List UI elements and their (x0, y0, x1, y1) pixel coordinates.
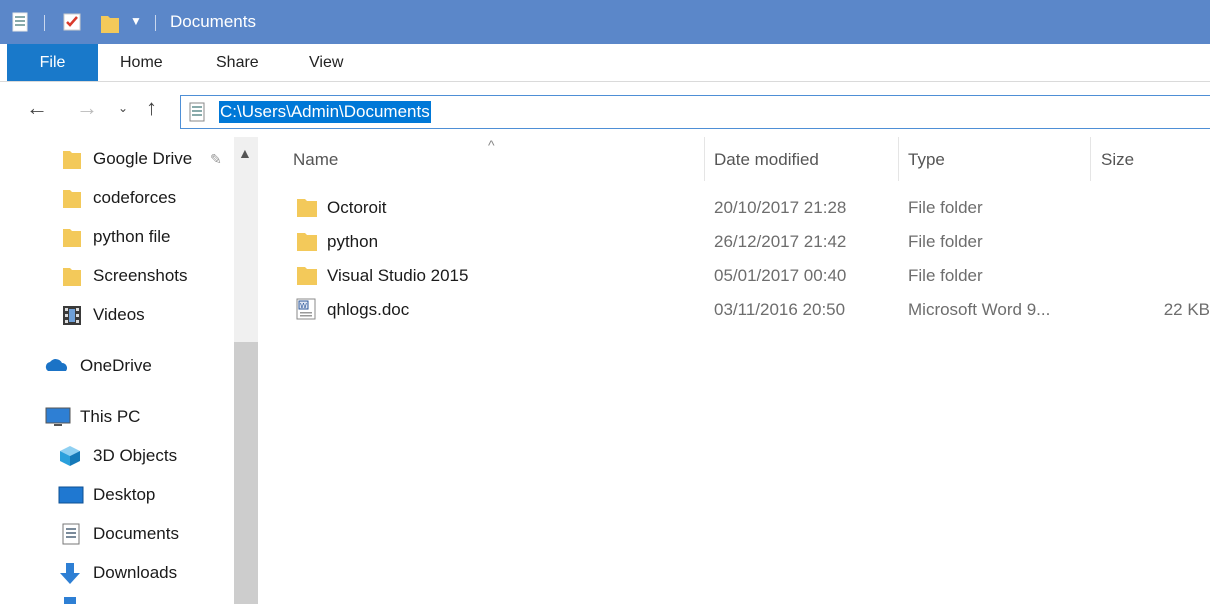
downloads-icon (58, 562, 82, 591)
music-icon (64, 597, 76, 604)
desktop-icon (58, 484, 84, 511)
folder-icon (62, 226, 82, 253)
forward-arrow-icon[interactable]: → (76, 95, 98, 121)
this-pc-icon (44, 406, 72, 433)
column-header-name[interactable]: Name (293, 150, 338, 170)
tab-view[interactable]: View (291, 44, 361, 81)
scroll-thumb[interactable] (234, 342, 258, 604)
tab-file[interactable]: File (7, 44, 98, 81)
pin-icon[interactable]: ✎ (210, 151, 222, 168)
column-header-type[interactable]: Type (908, 150, 945, 170)
folder-icon (296, 264, 318, 291)
tab-share[interactable]: Share (198, 44, 277, 81)
address-path[interactable]: C:\Users\Admin\Documents (219, 101, 431, 123)
folder-icon (296, 230, 318, 257)
file-list: ^ Name Date modified Type Size Octoroit … (258, 137, 1210, 604)
column-header-date-modified[interactable]: Date modified (714, 150, 819, 170)
up-arrow-icon[interactable]: ↑ (146, 95, 157, 121)
folder-icon (62, 265, 82, 292)
back-arrow-icon[interactable]: ← (26, 95, 48, 121)
documents-icon (12, 12, 28, 37)
file-row-octoroit[interactable]: Octoroit 20/10/2017 21:28 File folder (258, 190, 1210, 224)
navigation-pane-scrollbar[interactable]: ▲ (234, 137, 258, 604)
file-row-visual-studio-2015[interactable]: Visual Studio 2015 05/01/2017 00:40 File… (258, 258, 1210, 292)
file-row-python[interactable]: python 26/12/2017 21:42 File folder (258, 224, 1210, 258)
3d-objects-icon (58, 445, 82, 472)
folder-icon (62, 148, 82, 175)
recent-locations-chevron-icon[interactable]: ⌄ (118, 101, 128, 115)
window-title: Documents (170, 12, 256, 31)
svg-text:W: W (300, 302, 307, 310)
address-row: ← → ⌄ ↑ C:\Users\Admin\Documents (0, 83, 1210, 137)
folder-icon (62, 187, 82, 214)
title-bar: ▼ Documents (0, 0, 1210, 44)
new-folder-icon[interactable] (100, 12, 120, 39)
folder-icon (296, 196, 318, 223)
word-doc-icon: W (296, 298, 316, 325)
tab-home[interactable]: Home (102, 44, 181, 81)
videos-icon (62, 304, 82, 331)
ribbon-tabs: File Home Share View (0, 44, 1210, 82)
onedrive-icon (44, 355, 70, 382)
scroll-up-arrow-icon[interactable]: ▲ (238, 145, 252, 161)
documents-icon (189, 102, 205, 127)
documents-icon (62, 523, 80, 550)
sort-ascending-caret-icon: ^ (488, 137, 495, 153)
navigation-pane: Google Drive ✎ codeforces python file Sc… (0, 137, 258, 604)
properties-icon[interactable] (62, 12, 82, 37)
address-bar[interactable]: C:\Users\Admin\Documents (180, 95, 1210, 129)
file-row-qhlogs-doc[interactable]: W qhlogs.doc 03/11/2016 20:50 Microsoft … (258, 292, 1210, 326)
column-header-size[interactable]: Size (1101, 150, 1134, 170)
customize-toolbar-icon[interactable]: ▼ (130, 14, 142, 28)
